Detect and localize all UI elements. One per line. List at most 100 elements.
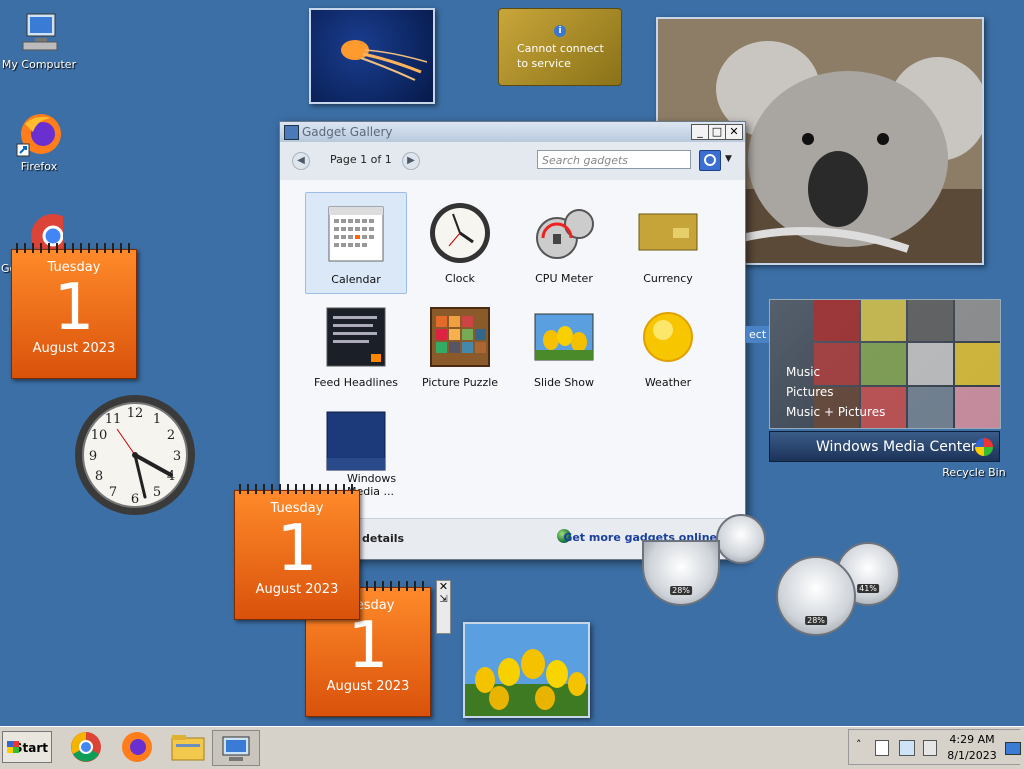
clock-time[interactable]: 4:29 AM — [942, 733, 1002, 746]
svg-text:2: 2 — [167, 428, 175, 443]
gallery-window-icon — [284, 125, 299, 140]
picture-puzzle-thumbnail-icon — [429, 306, 491, 368]
previous-page-button[interactable]: ◀ — [292, 152, 310, 170]
svg-text:7: 7 — [109, 485, 117, 500]
gadget-tile-label: Calendar — [331, 273, 381, 286]
feed-headlines-thumbnail-icon — [325, 306, 387, 368]
minimize-button[interactable]: _ — [691, 124, 709, 140]
window-title: Gadget Gallery — [302, 125, 393, 139]
jellyfish-image — [341, 40, 428, 81]
gadget-tile-calendar[interactable]: Calendar — [305, 192, 407, 294]
desktop-icon-label: Firefox — [20, 160, 58, 173]
gadget-tile-cpu-meter[interactable]: CPU Meter — [513, 192, 615, 294]
taskbar-control-panel[interactable] — [212, 730, 260, 766]
slideshow-gadget-tulips[interactable] — [463, 622, 590, 718]
next-page-button[interactable]: ▶ — [402, 152, 420, 170]
show-details-button[interactable]: details — [362, 532, 404, 545]
network-icon[interactable] — [899, 740, 915, 756]
show-desktop-icon[interactable] — [1005, 742, 1021, 755]
window-title-bar[interactable]: Gadget Gallery _ □ ✕ — [280, 122, 745, 142]
action-center-flag-icon[interactable] — [875, 740, 889, 756]
calendar-gadget[interactable]: Tuesday 1 August 2023 — [234, 484, 360, 620]
media-center-gadget[interactable]: Music Pictures Music + Pictures — [769, 299, 1001, 429]
gadget-tile-label: Feed Headlines — [313, 376, 399, 389]
media-menu-music-pictures[interactable]: Music + Pictures — [786, 402, 885, 422]
gadget-list: Calendar Clock CPU Meter Currency Feed H… — [280, 180, 745, 519]
svg-text:1: 1 — [153, 412, 161, 427]
calendar-month-year: August 2023 — [32, 341, 116, 356]
folder-icon — [171, 735, 205, 761]
close-button[interactable]: ✕ — [725, 124, 743, 140]
media-center-thumbnail-icon — [325, 410, 387, 472]
cpu-meter-gadget[interactable]: 28% — [642, 540, 720, 606]
currency-error-line2: to service — [517, 57, 571, 70]
clock-date[interactable]: 8/1/2023 — [942, 749, 1002, 762]
taskbar-chrome[interactable] — [66, 730, 106, 764]
chrome-icon — [71, 732, 101, 762]
taskbar: Start ˄ 4:29 AM 8/1/2023 — [0, 726, 1024, 769]
desktop-icon-my-computer[interactable]: My Computer — [0, 8, 79, 71]
taskbar-firefox[interactable] — [117, 730, 157, 764]
svg-text:10: 10 — [91, 428, 108, 443]
calendar-thumbnail-icon — [325, 203, 387, 265]
clock-gadget[interactable]: 1212 345 678 91011 — [73, 393, 198, 518]
gadget-tile-feed-headlines[interactable]: Feed Headlines — [305, 296, 407, 398]
svg-text:5: 5 — [153, 485, 161, 500]
gadget-controls[interactable]: ✕ ⇲ — [436, 580, 451, 634]
gadget-tile-picture-puzzle[interactable]: Picture Puzzle — [409, 296, 511, 398]
computer-icon — [15, 8, 63, 56]
cpu-meter-gadget-secondary[interactable] — [716, 514, 766, 564]
calendar-rings — [16, 243, 132, 253]
firefox-icon — [122, 732, 152, 762]
search-input[interactable]: Search gadgets — [537, 150, 691, 169]
desktop-icon-recycle-bin[interactable]: Recycle Bin — [934, 466, 1014, 479]
svg-text:8: 8 — [95, 469, 103, 484]
calendar-day: 1 — [276, 512, 318, 586]
windows-logo-icon — [975, 438, 993, 456]
taskbar-file-explorer[interactable] — [168, 730, 208, 764]
svg-text:12: 12 — [127, 406, 144, 421]
gadget-tile-clock[interactable]: Clock — [409, 192, 511, 294]
currency-error-line1: Cannot connect — [517, 42, 604, 55]
cpu-meter-gadget[interactable]: 28% — [776, 556, 856, 636]
media-menu-pictures[interactable]: Pictures — [786, 382, 885, 402]
drag-handle-icon[interactable]: ⇲ — [437, 593, 450, 607]
volume-muted-icon[interactable] — [923, 740, 937, 756]
gadget-tile-weather[interactable]: Weather — [617, 296, 719, 398]
media-center-brand-bar[interactable]: Windows Media Center — [769, 431, 1000, 462]
gadget-tile-slide-show[interactable]: Slide Show — [513, 296, 615, 398]
search-button[interactable] — [699, 150, 721, 171]
desktop-icon-firefox[interactable]: Firefox — [0, 110, 79, 173]
chevron-down-icon[interactable]: ▼ — [725, 154, 732, 164]
currency-thumbnail-icon — [637, 202, 699, 264]
start-button[interactable]: Start — [2, 731, 52, 763]
clock-thumbnail-icon — [429, 202, 491, 264]
media-center-peek-label: ect — [746, 326, 770, 343]
calendar-month-year: August 2023 — [326, 679, 410, 694]
desktop-icon-label: My Computer — [1, 58, 77, 71]
calendar-day: 1 — [347, 609, 389, 683]
search-icon — [704, 154, 716, 166]
info-icon: i — [554, 25, 566, 37]
calendar-rings — [239, 484, 355, 494]
windows-logo-icon — [7, 741, 19, 753]
desktop-icon-label: Recycle Bin — [942, 466, 1006, 479]
media-menu-music[interactable]: Music — [786, 362, 885, 382]
media-center-menu: Music Pictures Music + Pictures — [786, 362, 885, 422]
close-icon[interactable]: ✕ — [437, 581, 450, 593]
currency-gadget[interactable]: i Cannot connect to service — [498, 8, 622, 86]
calendar-gadget[interactable]: Tuesday 1 August 2023 — [11, 243, 137, 379]
memory-usage-readout: 41% — [857, 584, 879, 593]
gadget-tile-currency[interactable]: Currency — [617, 192, 719, 294]
gadget-tile-label: Weather — [644, 376, 692, 389]
maximize-button[interactable]: □ — [708, 124, 726, 140]
media-center-brand: Windows Media Center — [816, 439, 977, 455]
slideshow-gadget-jellyfish[interactable] — [309, 8, 435, 104]
gallery-toolbar: ◀ Page 1 of 1 ▶ Search gadgets ▼ — [280, 142, 745, 181]
cpu-meter-thumbnail-icon — [533, 202, 595, 264]
gadget-tile-label: Currency — [643, 272, 693, 285]
svg-text:9: 9 — [89, 449, 97, 464]
show-hidden-icons-chevron-icon[interactable]: ˄ — [856, 738, 862, 751]
gadget-tile-label: Picture Puzzle — [421, 376, 499, 389]
cpu-usage-readout: 28% — [670, 586, 692, 595]
